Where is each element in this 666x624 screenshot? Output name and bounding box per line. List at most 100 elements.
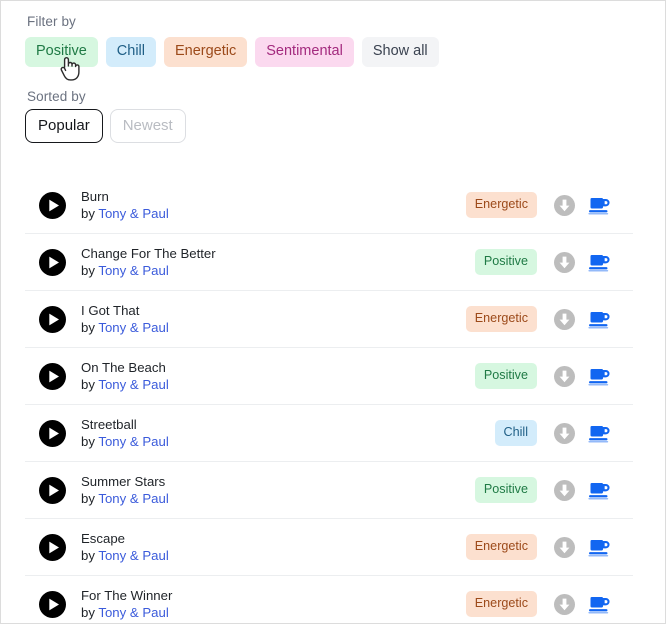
byline-prefix: by	[81, 605, 95, 620]
track-actions: Positive	[474, 477, 611, 503]
artist-link[interactable]: Tony & Paul	[98, 206, 168, 221]
track-meta: Escape by Tony & Paul	[81, 531, 466, 563]
track-actions: Energetic	[465, 591, 611, 617]
play-icon[interactable]	[39, 191, 66, 219]
track-row: Summer Stars by Tony & Paul Positive	[25, 462, 633, 519]
track-meta: Summer Stars by Tony & Paul	[81, 474, 475, 506]
mood-tag: Energetic	[465, 192, 537, 218]
artist-link[interactable]: Tony & Paul	[98, 491, 168, 506]
track-actions: Energetic	[465, 192, 611, 218]
music-library-page: Filter by Positive Chill Energetic Sentimen…	[0, 0, 666, 624]
track-byline: by Tony & Paul	[81, 377, 475, 392]
download-icon[interactable]	[554, 536, 575, 558]
filter-chip-sentimental[interactable]: Sentimental	[255, 37, 354, 67]
mood-tag: Positive	[474, 249, 537, 275]
filter-chip-positive[interactable]: Positive	[25, 37, 98, 67]
coffee-cup-icon[interactable]	[588, 594, 611, 615]
track-row: Streetball by Tony & Paul Chill	[25, 405, 633, 462]
track-meta: For The Winner by Tony & Paul	[81, 588, 466, 620]
track-row: On The Beach by Tony & Paul Positive	[25, 348, 633, 405]
track-actions: Chill	[494, 420, 612, 446]
track-row: For The Winner by Tony & Paul Energetic	[25, 576, 633, 623]
track-byline: by Tony & Paul	[81, 434, 495, 449]
sort-button-row: Popular Newest	[25, 109, 186, 143]
play-icon[interactable]	[39, 305, 66, 333]
artist-link[interactable]: Tony & Paul	[98, 548, 168, 563]
track-title: Escape	[81, 531, 125, 546]
filter-chip-showall[interactable]: Show all	[361, 37, 439, 67]
sort-button-newest[interactable]: Newest	[109, 109, 186, 143]
byline-prefix: by	[81, 377, 95, 392]
sorted-by-label: Sorted by	[27, 89, 86, 104]
track-byline: by Tony & Paul	[81, 548, 466, 563]
filter-chip-energetic[interactable]: Energetic	[163, 37, 248, 67]
coffee-cup-icon[interactable]	[588, 480, 611, 501]
track-actions: Energetic	[465, 534, 611, 560]
coffee-cup-icon[interactable]	[588, 366, 611, 387]
artist-link[interactable]: Tony & Paul	[98, 377, 168, 392]
track-actions: Energetic	[465, 306, 611, 332]
track-meta: Burn by Tony & Paul	[81, 189, 466, 221]
track-byline: by Tony & Paul	[81, 320, 466, 335]
artist-link[interactable]: Tony & Paul	[98, 605, 168, 620]
track-list: Burn by Tony & Paul Energetic Change For Th…	[25, 177, 633, 623]
artist-link[interactable]: Tony & Paul	[98, 434, 168, 449]
track-title: For The Winner	[81, 588, 173, 603]
download-icon[interactable]	[554, 593, 575, 615]
track-meta: Change For The Better by Tony & Paul	[81, 246, 475, 278]
artist-link[interactable]: Tony & Paul	[98, 263, 168, 278]
play-icon[interactable]	[39, 590, 66, 618]
track-title: Burn	[81, 189, 109, 204]
track-title: Change For The Better	[81, 246, 216, 261]
filter-chip-row: Positive Chill Energetic Sentimental Show al…	[25, 37, 439, 67]
track-title: On The Beach	[81, 360, 166, 375]
byline-prefix: by	[81, 206, 95, 221]
play-icon[interactable]	[39, 362, 66, 390]
track-title: Streetball	[81, 417, 137, 432]
coffee-cup-icon[interactable]	[588, 252, 611, 273]
download-icon[interactable]	[554, 251, 575, 273]
track-byline: by Tony & Paul	[81, 206, 466, 221]
byline-prefix: by	[81, 548, 95, 563]
track-byline: by Tony & Paul	[81, 263, 475, 278]
track-meta: Streetball by Tony & Paul	[81, 417, 495, 449]
track-byline: by Tony & Paul	[81, 491, 475, 506]
download-icon[interactable]	[554, 308, 575, 330]
play-icon[interactable]	[39, 419, 66, 447]
track-title: I Got That	[81, 303, 140, 318]
play-icon[interactable]	[39, 476, 66, 504]
track-row: Change For The Better by Tony & Paul Posit…	[25, 234, 633, 291]
coffee-cup-icon[interactable]	[588, 423, 611, 444]
play-icon[interactable]	[39, 533, 66, 561]
filter-chip-chill[interactable]: Chill	[105, 37, 156, 67]
mood-tag: Positive	[474, 363, 537, 389]
mood-tag: Energetic	[465, 591, 537, 617]
download-icon[interactable]	[554, 422, 575, 444]
track-row: Burn by Tony & Paul Energetic	[25, 177, 633, 234]
sort-button-popular[interactable]: Popular	[25, 109, 103, 143]
coffee-cup-icon[interactable]	[588, 195, 611, 216]
mood-tag: Energetic	[465, 534, 537, 560]
coffee-cup-icon[interactable]	[588, 537, 611, 558]
mood-tag: Energetic	[465, 306, 537, 332]
download-icon[interactable]	[554, 194, 575, 216]
byline-prefix: by	[81, 263, 95, 278]
download-icon[interactable]	[554, 479, 575, 501]
track-actions: Positive	[474, 249, 611, 275]
artist-link[interactable]: Tony & Paul	[98, 320, 168, 335]
byline-prefix: by	[81, 320, 95, 335]
mood-tag: Chill	[494, 420, 537, 446]
track-actions: Positive	[474, 363, 611, 389]
track-byline: by Tony & Paul	[81, 605, 466, 620]
mood-tag: Positive	[474, 477, 537, 503]
track-row: Escape by Tony & Paul Energetic	[25, 519, 633, 576]
track-row: I Got That by Tony & Paul Energetic	[25, 291, 633, 348]
track-title: Summer Stars	[81, 474, 166, 489]
coffee-cup-icon[interactable]	[588, 309, 611, 330]
byline-prefix: by	[81, 491, 95, 506]
filter-by-label: Filter by	[27, 14, 76, 29]
byline-prefix: by	[81, 434, 95, 449]
play-icon[interactable]	[39, 248, 66, 276]
download-icon[interactable]	[554, 365, 575, 387]
track-meta: I Got That by Tony & Paul	[81, 303, 466, 335]
